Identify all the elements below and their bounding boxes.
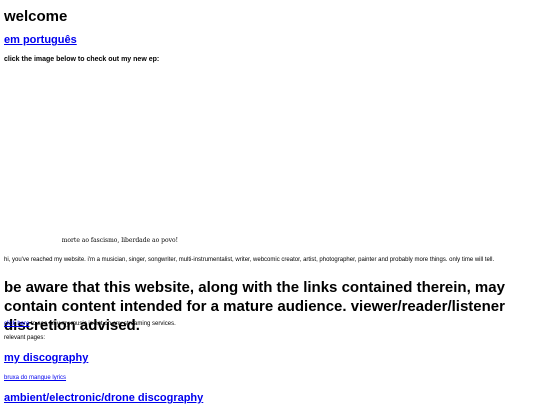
portuguese-language-link[interactable]: em português xyxy=(4,34,77,46)
ambient-discography-link[interactable]: ambient/electronic/drone discography xyxy=(4,392,203,404)
streaming-note: click here to see why my music is not on… xyxy=(4,321,176,327)
bruxa-do-mangue-lyrics-link[interactable]: bruxa do mangue lyrics xyxy=(4,375,66,381)
page: welcome em português click the image bel… xyxy=(0,0,540,405)
ep-cover-caption: morte ao fascismo, liberdade ao povo! xyxy=(61,237,178,244)
ep-cover-image[interactable]: morte ao fascismo, liberdade ao povo! xyxy=(4,68,180,246)
streaming-info-link[interactable]: click here xyxy=(4,321,29,327)
intro-paragraph: hi, you've reached my website. i'm a mus… xyxy=(4,257,495,263)
streaming-note-text: to see why my music is not on any stream… xyxy=(29,321,176,327)
relevant-pages-label: relevant pages: xyxy=(4,335,46,341)
my-discography-link[interactable]: my discography xyxy=(4,352,88,364)
page-title: welcome xyxy=(4,8,68,25)
ep-prompt: click the image below to check out my ne… xyxy=(4,56,160,63)
